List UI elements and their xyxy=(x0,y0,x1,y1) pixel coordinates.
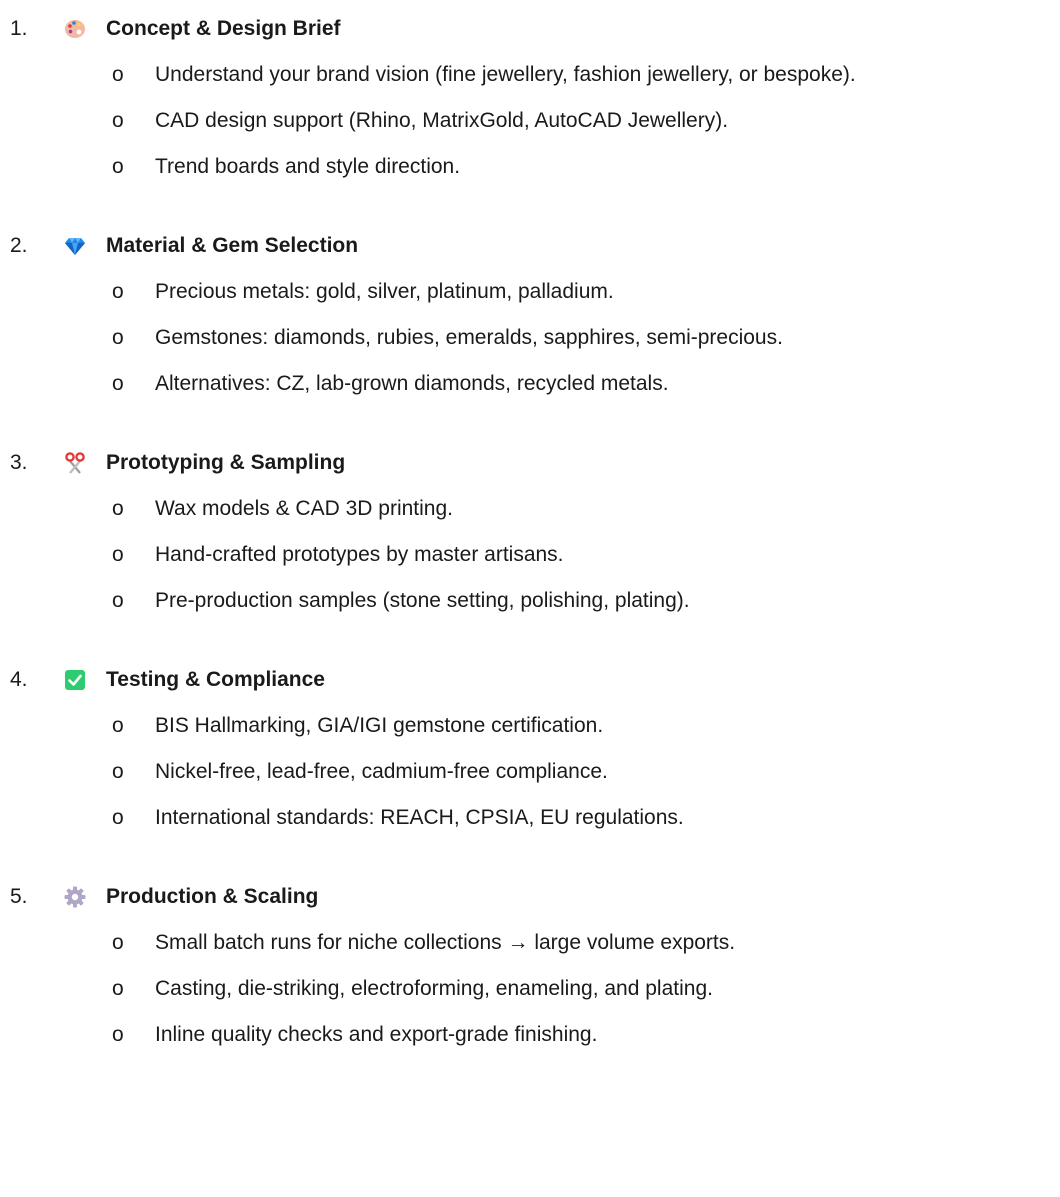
bullet-text: Trend boards and style direction. xyxy=(155,155,461,178)
step-title: Material & Gem Selection xyxy=(106,234,359,257)
bullet-text: Precious metals: gold, silver, platinum,… xyxy=(155,280,614,303)
bullet-marker: o xyxy=(112,109,124,132)
bullet-text: Understand your brand vision (fine jewel… xyxy=(155,63,856,86)
step-title: Production & Scaling xyxy=(106,885,319,908)
bullet-text: Casting, die-striking, electroforming, e… xyxy=(155,977,713,1000)
step-heading: 2. Material & Gem Selection xyxy=(0,231,1060,261)
list-item: o BIS Hallmarking, GIA/IGI gemstone cert… xyxy=(0,711,1060,741)
bullet-marker: o xyxy=(112,931,124,954)
step-heading: 4. Testing & Compliance xyxy=(0,665,1060,695)
bullet-marker: o xyxy=(112,760,124,783)
palette-icon xyxy=(64,18,86,40)
list-item: o Trend boards and style direction. xyxy=(0,152,1060,182)
list-item: o Inline quality checks and export-grade… xyxy=(0,1020,1060,1050)
list-item: o Alternatives: CZ, lab-grown diamonds, … xyxy=(0,369,1060,399)
step-title: Prototyping & Sampling xyxy=(106,451,346,474)
bullet-text: Wax models & CAD 3D printing. xyxy=(155,497,453,520)
step-number: 1. xyxy=(10,17,28,40)
scissors-icon xyxy=(64,452,86,474)
step-number: 3. xyxy=(10,451,28,474)
step-title: Concept & Design Brief xyxy=(106,17,341,40)
bullet-marker: o xyxy=(112,155,124,178)
gear-icon xyxy=(64,886,86,908)
bullet-marker: o xyxy=(112,589,124,612)
bullet-marker: o xyxy=(112,372,124,395)
list-item: o International standards: REACH, CPSIA,… xyxy=(0,803,1060,833)
bullet-marker: o xyxy=(112,543,124,566)
bullet-marker: o xyxy=(112,714,124,737)
bullet-text: Nickel-free, lead-free, cadmium-free com… xyxy=(155,760,608,783)
document-page: 1. Concept & Design Brief o Understand y… xyxy=(0,0,1060,1197)
list-item: o Hand-crafted prototypes by master arti… xyxy=(0,540,1060,570)
bullet-text: Gemstones: diamonds, rubies, emeralds, s… xyxy=(155,326,783,349)
bullet-marker: o xyxy=(112,63,124,86)
step-heading: 1. Concept & Design Brief xyxy=(0,14,1060,44)
list-item: o Wax models & CAD 3D printing. xyxy=(0,494,1060,524)
bullet-marker: o xyxy=(112,326,124,349)
list-item: o Pre-production samples (stone setting,… xyxy=(0,586,1060,616)
list-item: o Small batch runs for niche collections… xyxy=(0,928,1060,958)
step-number: 5. xyxy=(10,885,28,908)
bullet-marker: o xyxy=(112,280,124,303)
step-number: 2. xyxy=(10,234,28,257)
list-item: o Precious metals: gold, silver, platinu… xyxy=(0,277,1060,307)
bullet-text: Alternatives: CZ, lab-grown diamonds, re… xyxy=(155,372,669,395)
list-item: o Understand your brand vision (fine jew… xyxy=(0,60,1060,90)
bullet-text: International standards: REACH, CPSIA, E… xyxy=(155,806,684,829)
step-title: Testing & Compliance xyxy=(106,668,325,691)
bullet-text: Pre-production samples (stone setting, p… xyxy=(155,589,690,612)
list-item: o Casting, die-striking, electroforming,… xyxy=(0,974,1060,1004)
list-item: o Gemstones: diamonds, rubies, emeralds,… xyxy=(0,323,1060,353)
check-box-icon xyxy=(64,669,86,691)
bullet-marker: o xyxy=(112,497,124,520)
step-heading: 3. Prototyping & Sampling xyxy=(0,448,1060,478)
bullet-text: Hand-crafted prototypes by master artisa… xyxy=(155,543,564,566)
bullet-marker: o xyxy=(112,977,124,1000)
step-heading: 5. Production & Scaling xyxy=(0,882,1060,912)
bullet-text: Small batch runs for niche collections →… xyxy=(155,931,736,954)
step-number: 4. xyxy=(10,668,28,691)
bullet-text: BIS Hallmarking, GIA/IGI gemstone certif… xyxy=(155,714,604,737)
gem-icon xyxy=(64,235,86,257)
bullet-text: Inline quality checks and export-grade f… xyxy=(155,1023,598,1046)
list-item: o CAD design support (Rhino, MatrixGold,… xyxy=(0,106,1060,136)
bullet-marker: o xyxy=(112,1023,124,1046)
list-item: o Nickel-free, lead-free, cadmium-free c… xyxy=(0,757,1060,787)
bullet-marker: o xyxy=(112,806,124,829)
bullet-text: CAD design support (Rhino, MatrixGold, A… xyxy=(155,109,729,132)
